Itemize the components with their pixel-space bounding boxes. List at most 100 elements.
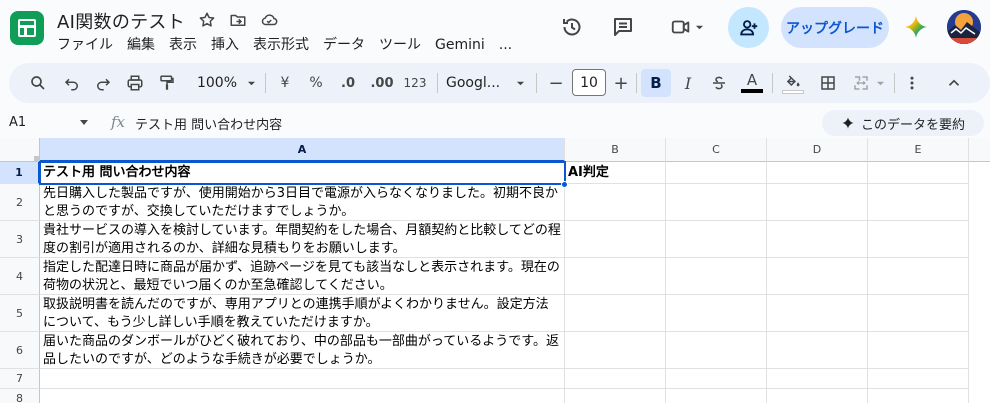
cell-e1[interactable] <box>868 162 969 184</box>
share-button[interactable] <box>728 7 769 48</box>
more-formats-button[interactable]: 123 <box>400 63 430 103</box>
meet-button[interactable] <box>662 9 712 45</box>
undo-button[interactable] <box>60 63 84 103</box>
row-header-5[interactable]: 5 <box>0 295 40 332</box>
cell-b6[interactable] <box>565 332 666 369</box>
merge-cells-button[interactable] <box>849 63 873 103</box>
menu-tools[interactable]: ツール <box>372 36 428 54</box>
fill-handle[interactable] <box>561 181 568 188</box>
cell-c5[interactable] <box>666 295 767 332</box>
cell-e3[interactable] <box>868 221 969 258</box>
increase-font-size-button[interactable]: + <box>612 63 630 103</box>
paint-format-button[interactable] <box>155 63 179 103</box>
formula-input[interactable]: テスト用 問い合わせ内容 <box>135 114 282 133</box>
text-color-button[interactable]: A <box>740 63 764 103</box>
fill-color-button[interactable] <box>781 63 805 103</box>
print-button[interactable] <box>123 63 147 103</box>
cell-b3[interactable] <box>565 221 666 258</box>
cell-c1[interactable] <box>666 162 767 184</box>
cell-d4[interactable] <box>767 258 868 295</box>
cell-a6[interactable]: 届いた商品のダンボールがひどく破れており、中の部品も一部曲がっているようです。返… <box>40 332 565 369</box>
cell-b2[interactable] <box>565 184 666 221</box>
cell-c7[interactable] <box>666 369 767 389</box>
cell-e6[interactable] <box>868 332 969 369</box>
decrease-decimal-button[interactable]: .0 <box>335 63 361 103</box>
menu-gemini[interactable]: Gemini <box>428 36 492 54</box>
cell-d8[interactable] <box>767 389 868 403</box>
cell-a2[interactable]: 先日購入した製品ですが、使用開始から3日目で電源が入らなくなりました。初期不良か… <box>40 184 565 221</box>
cell-d5[interactable] <box>767 295 868 332</box>
currency-format-button[interactable]: ¥ <box>274 63 296 103</box>
cell-e7[interactable] <box>868 369 969 389</box>
cell-d6[interactable] <box>767 332 868 369</box>
menu-data[interactable]: データ <box>316 36 372 54</box>
percent-format-button[interactable]: % <box>305 63 327 103</box>
zoom-caret-icon[interactable] <box>245 63 257 103</box>
cell-c8[interactable] <box>666 389 767 403</box>
row-header-4[interactable]: 4 <box>0 258 40 295</box>
cell-d7[interactable] <box>767 369 868 389</box>
italic-button[interactable]: I <box>677 63 699 103</box>
cell-a8[interactable] <box>40 389 565 403</box>
cell-b5[interactable] <box>565 295 666 332</box>
cell-a3[interactable]: 貴社サービスの導入を検討しています。年間契約をした場合、月額契約と比較してどの程… <box>40 221 565 258</box>
collapse-toolbar-button[interactable] <box>942 63 966 103</box>
search-menus-button[interactable] <box>26 63 50 103</box>
cell-b7[interactable] <box>565 369 666 389</box>
column-header-b[interactable]: B <box>565 138 666 162</box>
zoom-select[interactable]: 100% <box>192 63 242 103</box>
menu-view[interactable]: 表示 <box>162 36 204 54</box>
font-family-select[interactable]: Googl... <box>446 63 514 103</box>
cell-d2[interactable] <box>767 184 868 221</box>
summarize-data-button[interactable]: このデータを要約 <box>822 110 984 136</box>
menu-insert[interactable]: 挿入 <box>204 36 246 54</box>
column-header-d[interactable]: D <box>767 138 868 162</box>
column-header-a[interactable]: A <box>40 138 565 162</box>
row-header-7[interactable]: 7 <box>0 369 40 389</box>
cell-c4[interactable] <box>666 258 767 295</box>
cell-b1[interactable]: AI判定 <box>565 162 666 184</box>
sheets-logo-icon[interactable] <box>10 11 44 45</box>
gemini-spark-icon[interactable] <box>904 15 928 39</box>
strikethrough-button[interactable] <box>707 63 731 103</box>
select-all-corner[interactable] <box>0 138 40 162</box>
borders-button[interactable] <box>816 63 840 103</box>
column-header-e[interactable]: E <box>868 138 969 162</box>
font-family-caret-icon[interactable] <box>514 63 526 103</box>
cell-e4[interactable] <box>868 258 969 295</box>
merge-caret-icon[interactable] <box>874 63 886 103</box>
upgrade-button[interactable]: アップグレード <box>781 7 889 48</box>
cloud-saved-icon[interactable] <box>259 10 279 30</box>
cell-b8[interactable] <box>565 389 666 403</box>
comments-button[interactable] <box>605 9 641 45</box>
name-box-caret-icon[interactable] <box>80 120 88 125</box>
font-size-input[interactable]: 10 <box>572 69 606 96</box>
cell-c6[interactable] <box>666 332 767 369</box>
bold-button[interactable]: B <box>641 69 671 97</box>
cell-a1[interactable]: テスト用 問い合わせ内容 <box>40 162 565 184</box>
cell-c3[interactable] <box>666 221 767 258</box>
menu-file[interactable]: ファイル <box>57 36 120 54</box>
cell-b4[interactable] <box>565 258 666 295</box>
more-options-button[interactable] <box>902 63 922 103</box>
avatar[interactable] <box>947 10 981 44</box>
row-header-1[interactable]: 1 <box>0 162 40 184</box>
cell-c2[interactable] <box>666 184 767 221</box>
menu-format[interactable]: 表示形式 <box>246 36 316 54</box>
row-header-8[interactable]: 8 <box>0 389 40 403</box>
menu-more[interactable]: ... <box>492 36 519 54</box>
version-history-button[interactable] <box>554 9 590 45</box>
redo-button[interactable] <box>91 63 115 103</box>
cell-e5[interactable] <box>868 295 969 332</box>
cell-d3[interactable] <box>767 221 868 258</box>
column-header-c[interactable]: C <box>666 138 767 162</box>
cell-a7[interactable] <box>40 369 565 389</box>
document-title[interactable]: AI関数のテスト <box>57 8 185 34</box>
move-folder-icon[interactable] <box>228 10 248 30</box>
column-header-f[interactable] <box>969 138 990 162</box>
row-header-2[interactable]: 2 <box>0 184 40 221</box>
cell-e2[interactable] <box>868 184 969 221</box>
increase-decimal-button[interactable]: .00 <box>367 63 397 103</box>
cell-e8[interactable] <box>868 389 969 403</box>
row-header-3[interactable]: 3 <box>0 221 40 258</box>
